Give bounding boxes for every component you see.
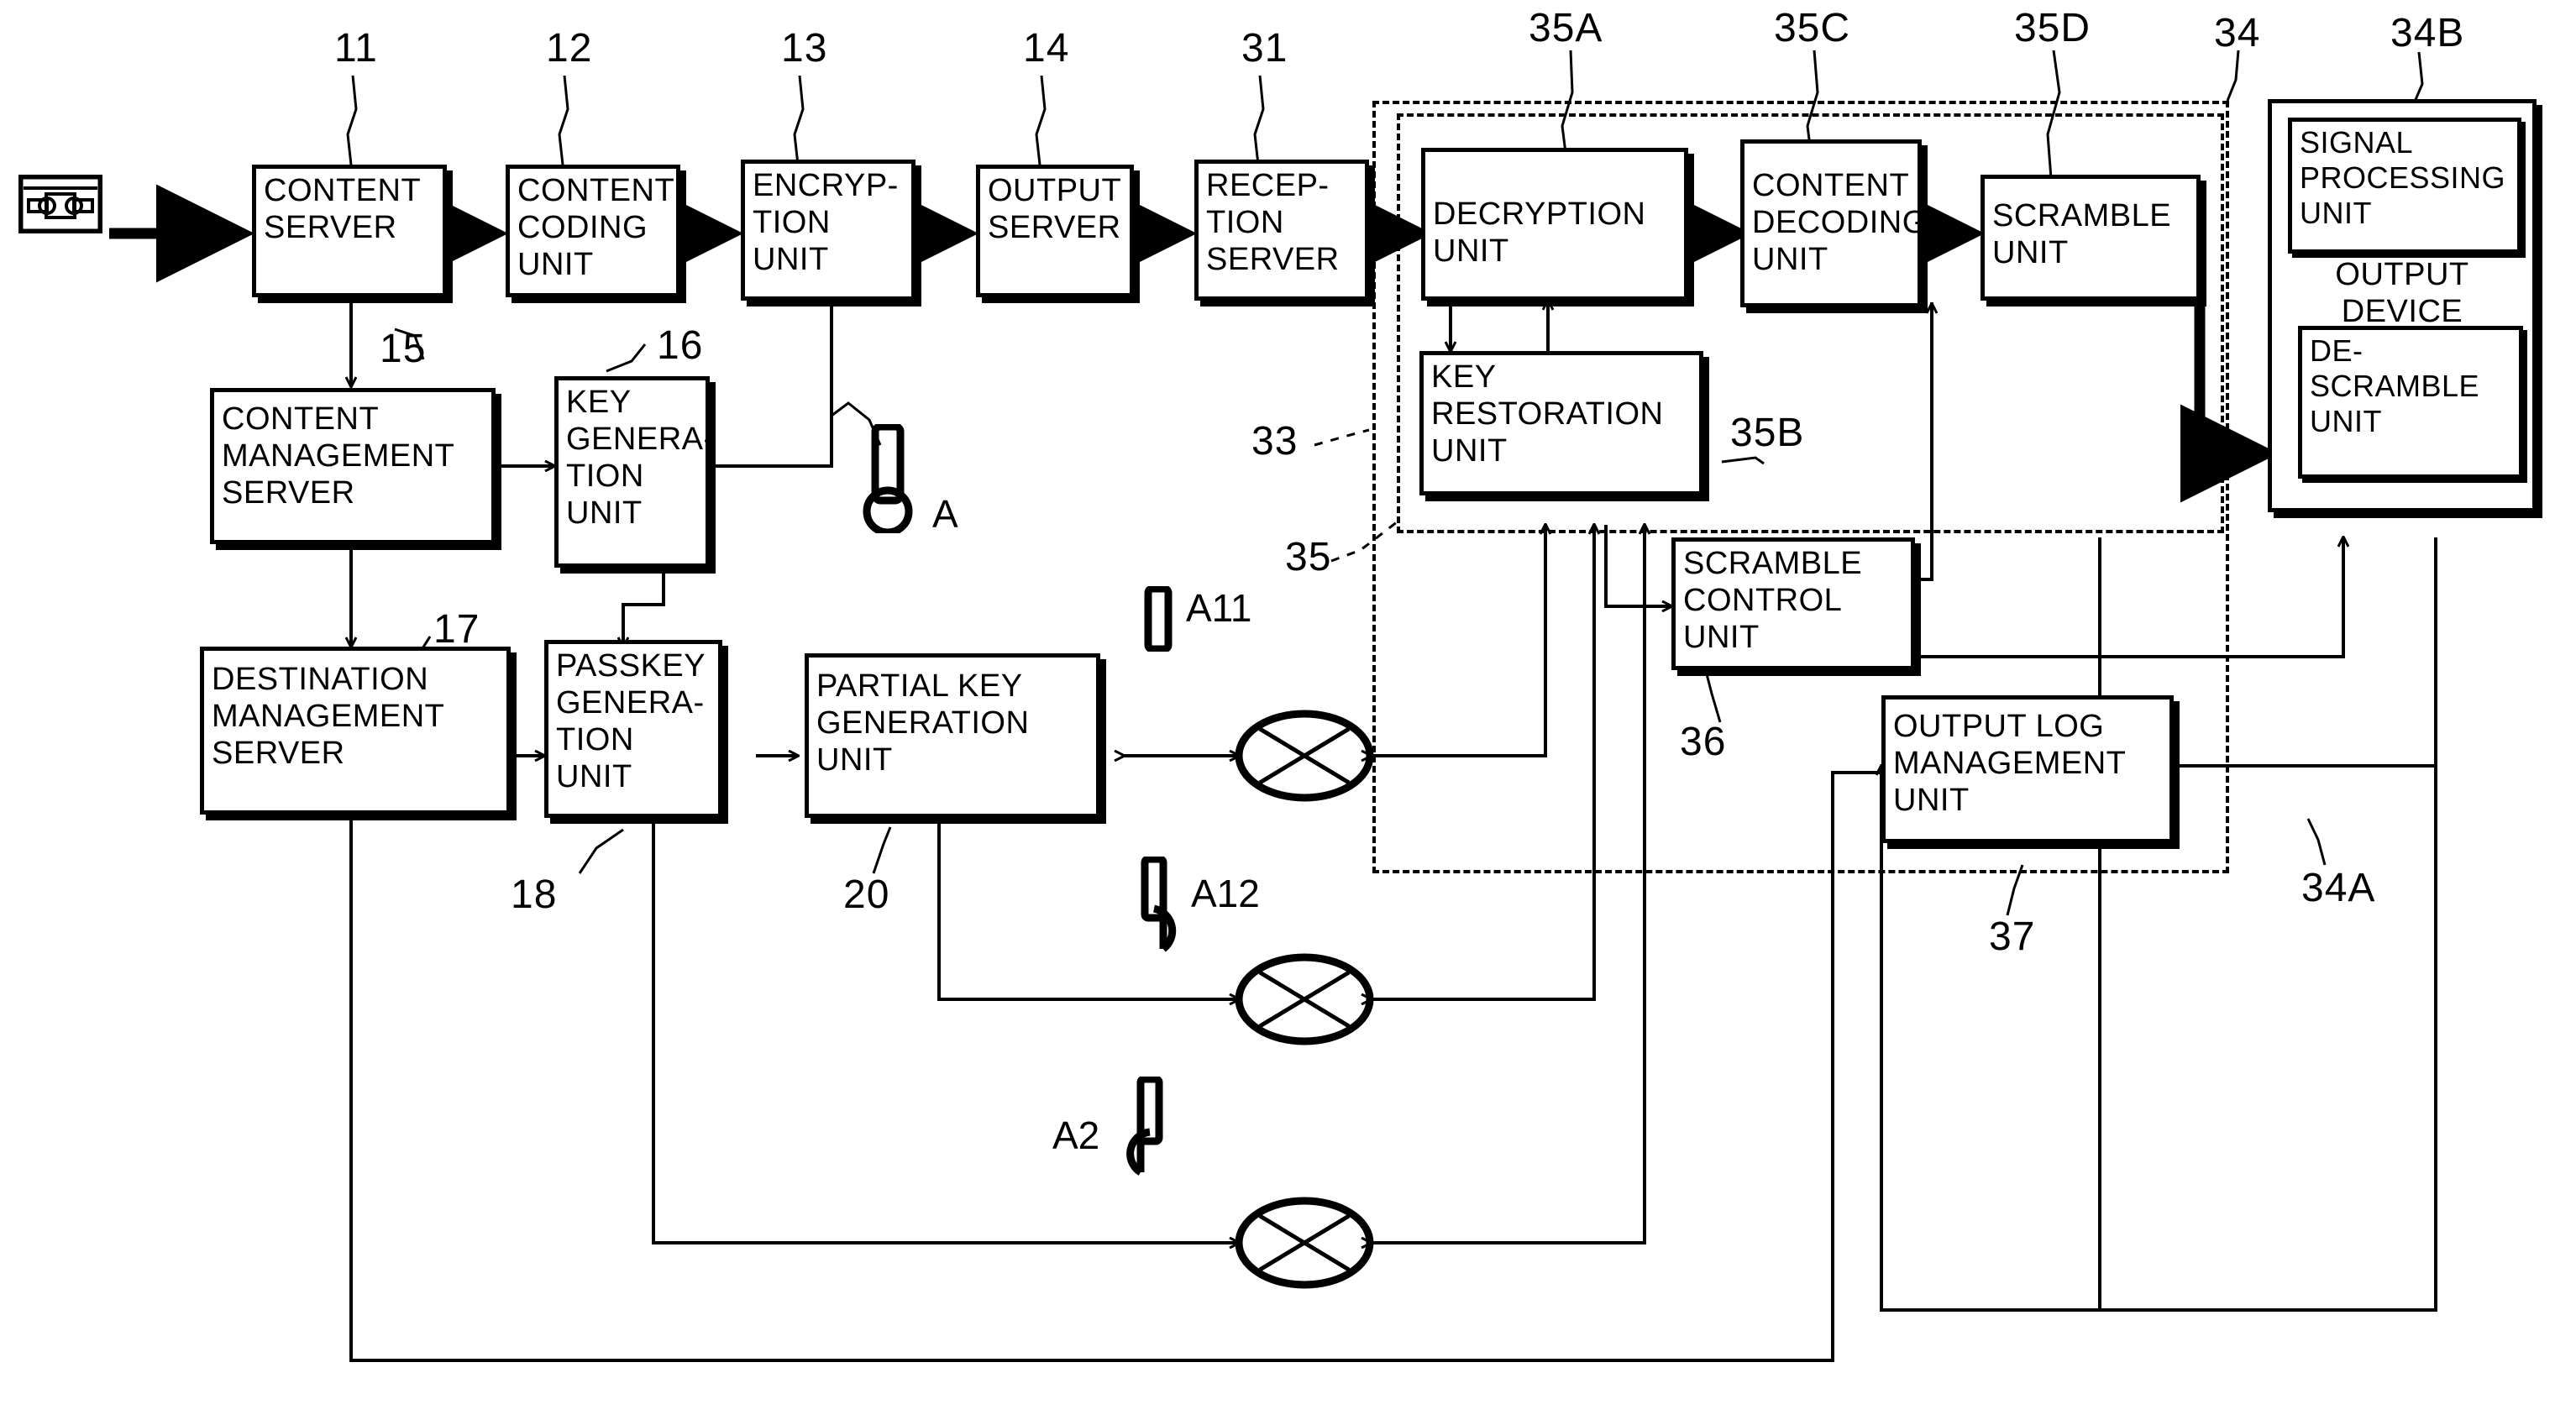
ref-numeral-35A: 35A	[1529, 6, 1603, 50]
block-content-coding-unit[interactable]: CONTENT CODING UNIT	[506, 165, 680, 297]
ref-numeral-15: 15	[380, 327, 427, 371]
block-label: CONTENT SERVER	[264, 173, 422, 245]
ref-numeral-12: 12	[546, 26, 593, 71]
ref-numeral-11: 11	[334, 26, 378, 71]
block-label: SIGNAL PROCESSING UNIT	[2300, 125, 2506, 230]
block-label: CONTENT MANAGEMENT SERVER	[222, 401, 455, 511]
block-label: KEY GENERA- TION UNIT	[566, 385, 715, 531]
block-label: KEY RESTORATION UNIT	[1431, 359, 1664, 469]
block-key-generation-unit[interactable]: KEY GENERA- TION UNIT	[554, 376, 715, 568]
ref-numeral-36: 36	[1680, 720, 1727, 764]
block-passkey-generation-unit[interactable]: PASSKEY GENERA- TION UNIT	[544, 640, 722, 818]
block-content-management-server[interactable]: CONTENT MANAGEMENT SERVER	[210, 388, 496, 544]
key-symbol-A-label: A	[932, 492, 958, 536]
block-decryption-unit[interactable]: DECRYPTION UNIT	[1421, 148, 1688, 301]
block-destination-management-server[interactable]: DESTINATION MANAGEMENT SERVER	[200, 647, 511, 815]
ref-numeral-16: 16	[657, 323, 704, 368]
block-label: CONTENT DECODING UNIT	[1752, 168, 1928, 277]
block-label: OUTPUT SERVER	[988, 173, 1122, 245]
key-symbol-A11-icon	[1144, 584, 1173, 653]
key-symbol-A2-label: A2	[1052, 1113, 1100, 1157]
block-descramble-unit[interactable]: DE- SCRAMBLE UNIT	[2298, 326, 2523, 479]
block-label: CONTENT CODING UNIT	[517, 173, 675, 282]
ref-numeral-17: 17	[433, 607, 480, 652]
ref-numeral-34: 34	[2214, 11, 2261, 55]
block-scramble-control-unit[interactable]: SCRAMBLE CONTROL UNIT	[1671, 537, 1915, 670]
patent-figure-canvas: CONTENT SERVER CONTENT CODING UNIT ENCRY…	[0, 0, 2576, 1420]
block-label: SCRAMBLE UNIT	[1992, 198, 2172, 270]
block-key-restoration-unit[interactable]: KEY RESTORATION UNIT	[1419, 351, 1703, 495]
block-output-log-management-unit[interactable]: OUTPUT LOG MANAGEMENT UNIT	[1881, 695, 2174, 843]
block-scramble-unit[interactable]: SCRAMBLE UNIT	[1981, 175, 2201, 301]
block-partial-key-generation-unit[interactable]: PARTIAL KEY GENERATION UNIT	[805, 653, 1100, 818]
ref-numeral-18: 18	[511, 872, 558, 917]
block-label: PARTIAL KEY GENERATION UNIT	[816, 668, 1030, 778]
ref-numeral-35C: 35C	[1774, 6, 1851, 50]
block-label: ENCRYP- TION UNIT	[753, 168, 899, 277]
block-reception-server[interactable]: RECEP- TION SERVER	[1194, 160, 1369, 301]
ref-numeral-37: 37	[1989, 914, 2036, 959]
block-content-server[interactable]: CONTENT SERVER	[252, 165, 447, 297]
block-label: RECEP- TION SERVER	[1206, 168, 1340, 277]
ref-numeral-34A: 34A	[2301, 866, 2376, 910]
block-output-server[interactable]: OUTPUT SERVER	[976, 165, 1134, 297]
ref-numeral-35: 35	[1285, 535, 1332, 579]
block-label: DECRYPTION UNIT	[1433, 196, 1646, 269]
ref-numeral-33: 33	[1251, 419, 1298, 464]
ref-numeral-31: 31	[1241, 26, 1288, 71]
ref-numeral-14: 14	[1023, 26, 1070, 71]
ref-numeral-34B: 34B	[2390, 11, 2465, 55]
block-label: PASSKEY GENERA- TION UNIT	[556, 648, 706, 794]
key-symbol-A12-label: A12	[1191, 872, 1260, 915]
media-cassette-icon	[17, 173, 104, 235]
block-label-output-device: OUTPUT DEVICE	[2335, 257, 2469, 329]
ref-numeral-35B: 35B	[1730, 411, 1805, 455]
block-signal-processing-unit[interactable]: SIGNAL PROCESSING UNIT	[2288, 118, 2521, 254]
block-label: DESTINATION MANAGEMENT SERVER	[212, 662, 445, 771]
block-content-decoding-unit[interactable]: CONTENT DECODING UNIT	[1740, 139, 1928, 307]
ref-numeral-20: 20	[843, 872, 890, 917]
block-encryption-unit[interactable]: ENCRYP- TION UNIT	[741, 160, 916, 301]
block-label: OUTPUT LOG MANAGEMENT UNIT	[1893, 709, 2127, 818]
key-symbol-A-icon	[857, 422, 917, 537]
ref-numeral-13: 13	[781, 26, 828, 71]
block-label: DE- SCRAMBLE UNIT	[2310, 333, 2480, 438]
key-symbol-A2-icon	[1125, 1075, 1169, 1177]
block-label: SCRAMBLE CONTROL UNIT	[1683, 546, 1863, 655]
key-symbol-A11-label: A11	[1186, 586, 1252, 630]
key-symbol-A12-icon	[1138, 855, 1180, 954]
ref-numeral-35D: 35D	[2014, 6, 2091, 50]
